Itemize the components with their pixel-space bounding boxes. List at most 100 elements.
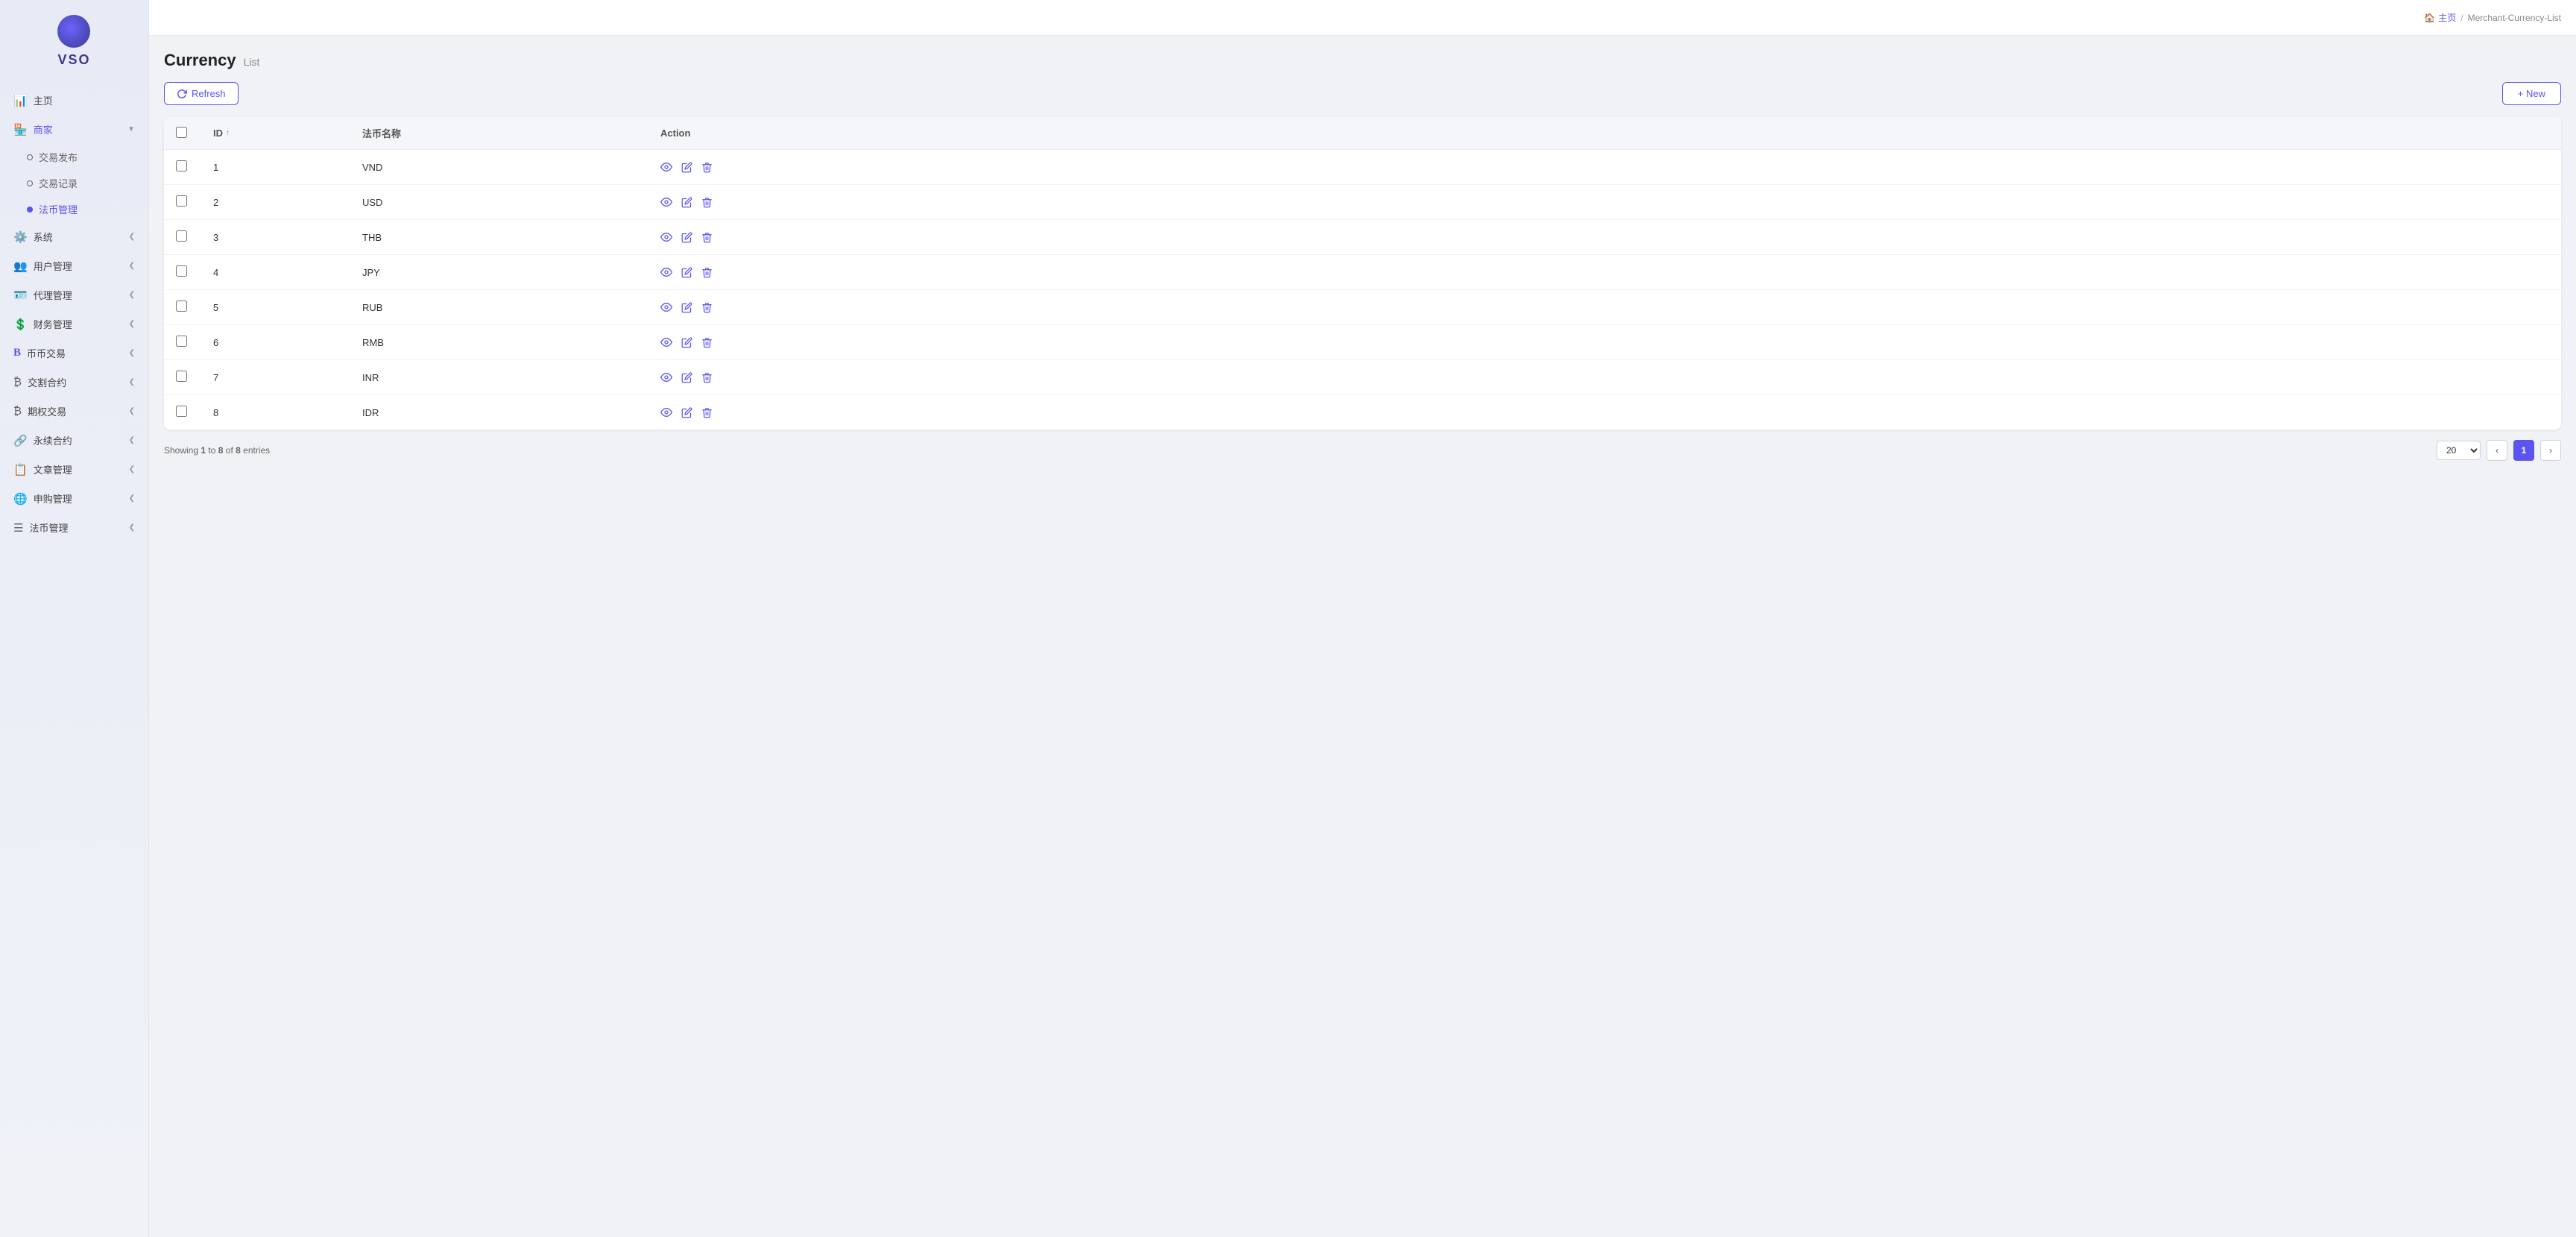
- sidebar-item-currency-management-2[interactable]: ☰ 法币管理 ❮: [0, 513, 148, 542]
- edit-icon[interactable]: [681, 267, 692, 278]
- page-header: Currency List: [164, 51, 2561, 70]
- sidebar-item-label: 主页: [34, 93, 53, 107]
- sidebar-item-system[interactable]: ⚙️ 系统 ❮: [0, 222, 148, 251]
- sidebar-item-home[interactable]: 📊 主页: [0, 86, 148, 115]
- sidebar-item-transaction-record[interactable]: 交易记录: [0, 170, 148, 196]
- merchant-icon: 🏪: [13, 123, 28, 136]
- delete-icon[interactable]: [701, 232, 713, 243]
- row-checkbox-cell: [164, 395, 201, 430]
- row-checkbox[interactable]: [176, 406, 187, 417]
- row-checkbox-cell: [164, 185, 201, 220]
- sidebar-item-finance-management[interactable]: 💲 财务管理 ❮: [0, 309, 148, 339]
- header-name: 法币名称: [350, 117, 648, 150]
- edit-icon[interactable]: [681, 232, 692, 243]
- row-id: 7: [201, 360, 350, 395]
- action-icons: [660, 406, 2549, 418]
- view-icon[interactable]: [660, 266, 672, 278]
- chevron-right-icon: ❮: [129, 494, 135, 503]
- refresh-button[interactable]: Refresh: [164, 82, 239, 105]
- sidebar-item-merchant[interactable]: 🏪 商家 ▼: [0, 115, 148, 144]
- table-footer: Showing 1 to 8 of 8 entries 10 20 50 100…: [164, 429, 2561, 461]
- showing-prefix: Showing: [164, 445, 201, 456]
- sidebar-item-currency-management[interactable]: 法币管理: [0, 196, 148, 222]
- view-icon[interactable]: [660, 301, 672, 313]
- sidebar-item-crypto-trading[interactable]: B 币币交易 ❮: [0, 339, 148, 368]
- prev-page-button[interactable]: ‹: [2487, 440, 2507, 461]
- row-checkbox[interactable]: [176, 230, 187, 242]
- header-action: Action: [648, 117, 2561, 150]
- row-checkbox-cell: [164, 325, 201, 360]
- showing-from: 1: [201, 445, 206, 456]
- sidebar-item-perpetual-contract[interactable]: 🔗 永续合约 ❮: [0, 426, 148, 455]
- sidebar-sub-label: 交易记录: [39, 176, 78, 190]
- row-name: JPY: [350, 255, 648, 290]
- sidebar-item-label: 期权交易: [28, 404, 66, 418]
- row-name: THB: [350, 220, 648, 255]
- row-checkbox[interactable]: [176, 336, 187, 347]
- sidebar-item-label: 交割合约: [28, 375, 66, 389]
- delete-icon[interactable]: [701, 407, 713, 418]
- edit-icon[interactable]: [681, 302, 692, 313]
- table-row: 4 JPY: [164, 255, 2561, 290]
- chevron-right-icon: ❮: [129, 523, 135, 532]
- row-name: RUB: [350, 290, 648, 325]
- select-all-checkbox[interactable]: [176, 127, 187, 138]
- refresh-icon: [177, 89, 187, 99]
- row-checkbox[interactable]: [176, 195, 187, 207]
- sidebar-item-article-management[interactable]: 📋 文章管理 ❮: [0, 455, 148, 484]
- edit-icon[interactable]: [681, 337, 692, 348]
- sidebar-item-label: 商家: [34, 122, 53, 136]
- page-subtitle: List: [244, 56, 260, 68]
- showing-total: 8: [236, 445, 241, 456]
- view-icon[interactable]: [660, 371, 672, 383]
- sidebar-item-user-management[interactable]: 👥 用户管理 ❮: [0, 251, 148, 280]
- new-button[interactable]: + New: [2502, 82, 2561, 105]
- options-icon: ₿: [13, 405, 22, 418]
- sidebar-item-contract-split[interactable]: ₿ 交割合约 ❮: [0, 368, 148, 397]
- sidebar-item-transaction-publish[interactable]: 交易发布: [0, 144, 148, 170]
- perpetual-icon: 🔗: [13, 434, 28, 447]
- delete-icon[interactable]: [701, 337, 713, 348]
- chevron-right-icon: ❮: [129, 378, 135, 386]
- sidebar-item-agent-management[interactable]: 🪪 代理管理 ❮: [0, 280, 148, 309]
- row-checkbox[interactable]: [176, 300, 187, 312]
- view-icon[interactable]: [660, 336, 672, 348]
- sidebar-item-options-trading[interactable]: ₿ 期权交易 ❮: [0, 397, 148, 426]
- row-action: [648, 325, 2561, 360]
- edit-icon[interactable]: [681, 197, 692, 208]
- view-icon[interactable]: [660, 161, 672, 173]
- next-page-button[interactable]: ›: [2540, 440, 2561, 461]
- sidebar-item-label: 法币管理: [29, 520, 68, 535]
- action-icons: [660, 196, 2549, 208]
- delete-icon[interactable]: [701, 372, 713, 383]
- table: ID ↑ 法币名称 Action: [164, 117, 2561, 429]
- row-checkbox[interactable]: [176, 160, 187, 171]
- logo-text: VSO: [57, 52, 90, 68]
- row-name: IDR: [350, 395, 648, 430]
- edit-icon[interactable]: [681, 372, 692, 383]
- row-checkbox[interactable]: [176, 265, 187, 277]
- delete-icon[interactable]: [701, 267, 713, 278]
- current-page-number[interactable]: 1: [2513, 440, 2534, 461]
- article-icon: 📋: [13, 463, 28, 476]
- delete-icon[interactable]: [701, 197, 713, 208]
- row-checkbox-cell: [164, 255, 201, 290]
- currency-table: ID ↑ 法币名称 Action: [164, 117, 2561, 429]
- view-icon[interactable]: [660, 231, 672, 243]
- row-id: 2: [201, 185, 350, 220]
- sidebar-item-subscription-management[interactable]: 🌐 申购管理 ❮: [0, 484, 148, 513]
- delete-icon[interactable]: [701, 162, 713, 173]
- header-id[interactable]: ID ↑: [201, 117, 350, 150]
- row-action: [648, 255, 2561, 290]
- sidebar-sub-label: 交易发布: [39, 150, 78, 164]
- delete-icon[interactable]: [701, 302, 713, 313]
- row-id: 8: [201, 395, 350, 430]
- breadcrumb-home[interactable]: 🏠 主页: [2424, 11, 2456, 24]
- edit-icon[interactable]: [681, 407, 692, 418]
- page-size-select[interactable]: 10 20 50 100: [2437, 441, 2481, 460]
- view-icon[interactable]: [660, 196, 672, 208]
- id-column-label: ID: [213, 128, 223, 139]
- view-icon[interactable]: [660, 406, 672, 418]
- edit-icon[interactable]: [681, 162, 692, 173]
- row-checkbox[interactable]: [176, 371, 187, 382]
